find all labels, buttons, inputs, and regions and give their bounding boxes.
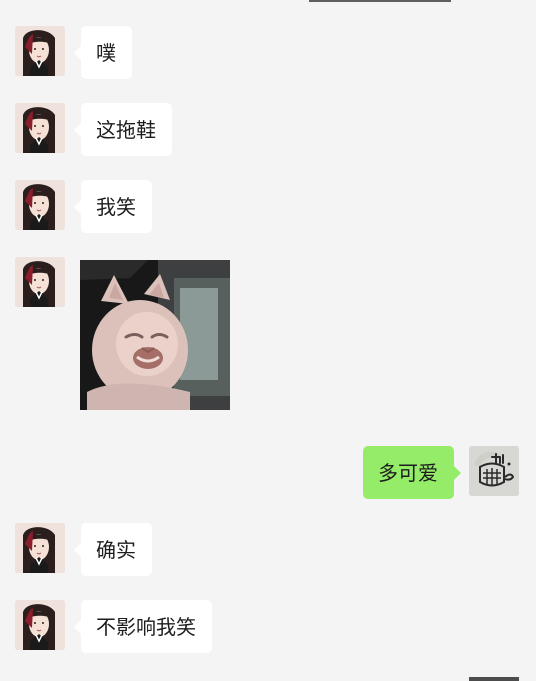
message-bubble[interactable]: 这拖鞋 <box>74 103 172 156</box>
top-partial-media <box>309 0 451 2</box>
message-bubble[interactable]: 不影响我笑 <box>74 600 212 653</box>
bottom-partial-avatar <box>469 677 519 681</box>
message-row: 这拖鞋 <box>0 103 536 156</box>
contact-avatar[interactable] <box>15 600 65 650</box>
contact-avatar[interactable] <box>15 257 65 307</box>
chat-window: 噗 这拖鞋 我笑 多可爱 确实 不影响我笑 <box>0 0 536 681</box>
message-bubble[interactable]: 多可爱 <box>363 446 461 499</box>
cat-laughing-sticker[interactable] <box>80 260 230 410</box>
contact-avatar[interactable] <box>15 103 65 153</box>
user-avatar[interactable] <box>469 446 519 496</box>
message-row <box>0 257 536 413</box>
message-bubble[interactable]: 我笑 <box>74 180 152 233</box>
message-row: 噗 <box>0 26 536 79</box>
contact-avatar[interactable] <box>15 180 65 230</box>
message-row: 多可爱 <box>0 446 536 499</box>
message-row: 不影响我笑 <box>0 600 536 653</box>
message-bubble[interactable]: 噗 <box>74 26 132 79</box>
message-row: 确实 <box>0 523 536 576</box>
message-row: 我笑 <box>0 180 536 233</box>
contact-avatar[interactable] <box>15 26 65 76</box>
message-bubble[interactable]: 确实 <box>74 523 152 576</box>
contact-avatar[interactable] <box>15 523 65 573</box>
